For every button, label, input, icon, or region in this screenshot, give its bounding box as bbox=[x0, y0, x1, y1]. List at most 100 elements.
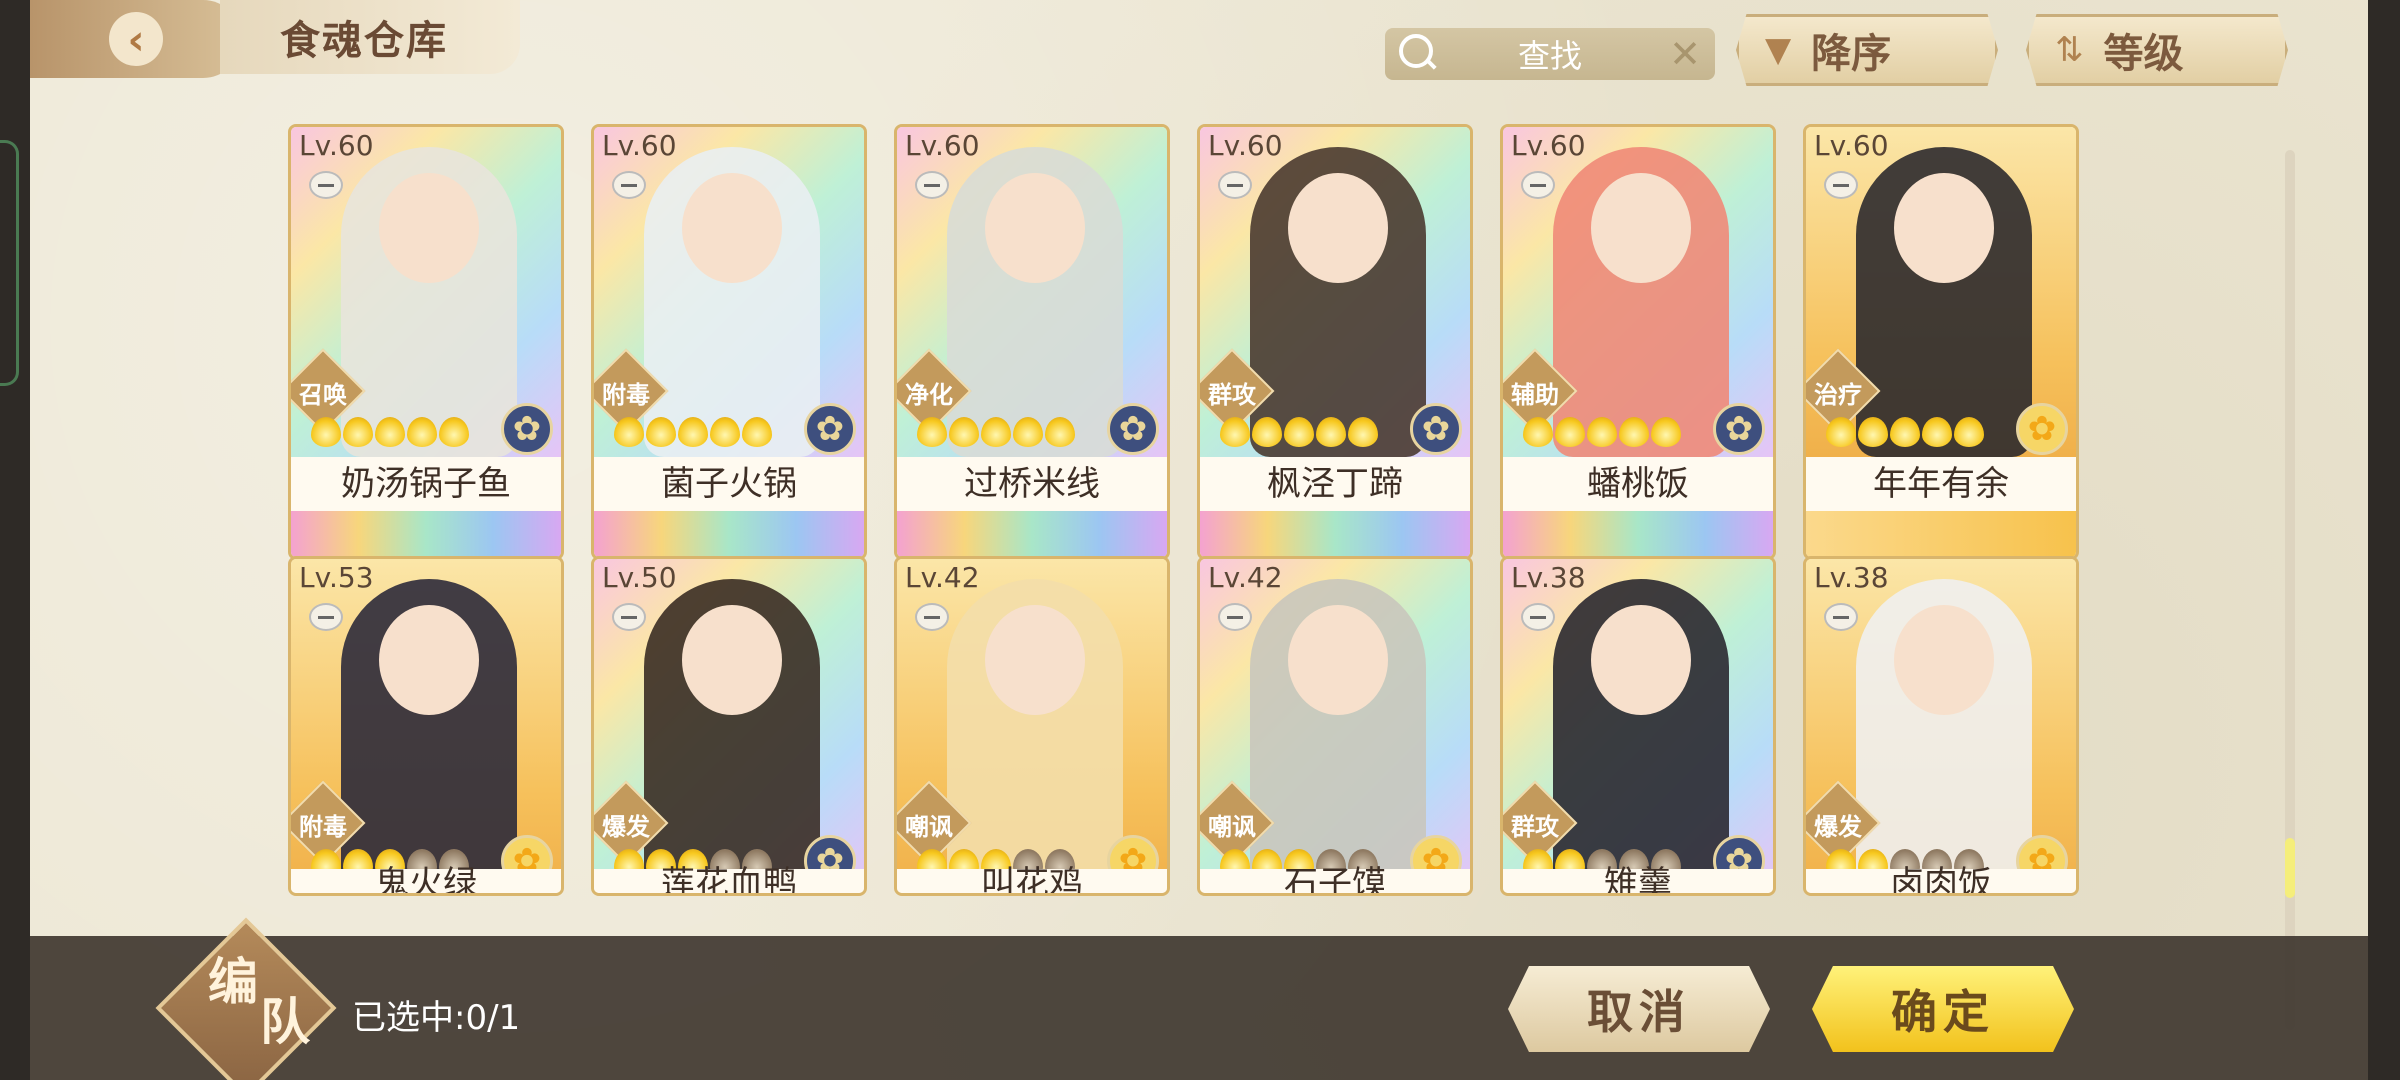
star-rating bbox=[1523, 417, 1681, 447]
element-blue-flower-icon: ✿ bbox=[804, 403, 856, 455]
card-frame-bottom bbox=[1200, 511, 1470, 557]
character-card[interactable]: Lv.53 附毒 ✿ 鬼火绿 bbox=[288, 556, 564, 896]
star-filled-icon bbox=[742, 417, 772, 447]
role-badge-label: 附毒 bbox=[299, 813, 347, 841]
sort-order-button[interactable]: ▼ 降序 bbox=[1736, 14, 1998, 86]
star-filled-icon bbox=[710, 417, 740, 447]
lock-icon[interactable] bbox=[1521, 171, 1555, 199]
star-filled-icon bbox=[949, 417, 979, 447]
star-filled-icon bbox=[1252, 417, 1282, 447]
scrollbar-track[interactable] bbox=[2285, 150, 2295, 1030]
character-card[interactable]: Lv.60 辅助 ✿ 蟠桃饭 bbox=[1500, 124, 1776, 560]
character-card[interactable]: Lv.60 召唤 ✿ 奶汤锅子鱼 bbox=[288, 124, 564, 560]
card-level: Lv.42 bbox=[905, 561, 980, 594]
card-name: 叫花鸡 bbox=[897, 867, 1167, 893]
card-name: 枫泾丁蹄 bbox=[1200, 457, 1470, 511]
star-rating bbox=[614, 417, 772, 447]
element-blue-flower-icon: ✿ bbox=[1410, 403, 1462, 455]
character-card[interactable]: Lv.42 嘲讽 ✿ 石子馍 bbox=[1197, 556, 1473, 896]
character-face bbox=[379, 605, 479, 715]
character-face bbox=[1591, 173, 1691, 283]
confirm-button[interactable]: 确定 bbox=[1812, 966, 2074, 1052]
search-field[interactable]: 查找 ✕ bbox=[1385, 28, 1715, 80]
cancel-button[interactable]: 取消 bbox=[1508, 966, 1770, 1052]
card-name: 鬼火绿 bbox=[291, 867, 561, 893]
card-name: 菌子火锅 bbox=[594, 457, 864, 511]
character-card[interactable]: Lv.60 治疗 ✿ 年年有余 bbox=[1803, 124, 2079, 560]
back-button[interactable]: ‹ bbox=[30, 0, 242, 78]
star-rating bbox=[311, 417, 469, 447]
card-level: Lv.60 bbox=[905, 129, 980, 162]
lock-icon[interactable] bbox=[612, 603, 646, 631]
star-filled-icon bbox=[343, 417, 373, 447]
star-filled-icon bbox=[375, 417, 405, 447]
star-rating bbox=[917, 417, 1075, 447]
lock-icon[interactable] bbox=[309, 603, 343, 631]
star-filled-icon bbox=[1013, 417, 1043, 447]
star-filled-icon bbox=[1954, 417, 1984, 447]
selected-count: 已选中:0/1 bbox=[352, 998, 521, 1038]
card-frame-bottom bbox=[291, 511, 561, 557]
role-badge-label: 嘲讽 bbox=[1208, 813, 1256, 841]
star-filled-icon bbox=[1284, 417, 1314, 447]
lock-icon[interactable] bbox=[309, 171, 343, 199]
card-name: 石子馍 bbox=[1200, 867, 1470, 893]
lock-icon[interactable] bbox=[915, 171, 949, 199]
star-filled-icon bbox=[1045, 417, 1075, 447]
role-badge-label: 辅助 bbox=[1511, 381, 1559, 409]
star-filled-icon bbox=[311, 417, 341, 447]
card-level: Lv.38 bbox=[1511, 561, 1586, 594]
character-card[interactable]: Lv.60 净化 ✿ 过桥米线 bbox=[894, 124, 1170, 560]
sort-by-label: 等级 bbox=[2103, 31, 2184, 77]
character-face bbox=[985, 605, 1085, 715]
star-filled-icon bbox=[1858, 417, 1888, 447]
lock-icon[interactable] bbox=[915, 603, 949, 631]
character-face bbox=[1894, 605, 1994, 715]
role-badge-label: 爆发 bbox=[1814, 813, 1862, 841]
clear-search-icon[interactable]: ✕ bbox=[1669, 32, 1701, 76]
team-badge-char-2: 队 bbox=[260, 992, 310, 1051]
card-name: 雉羹 bbox=[1503, 867, 1773, 893]
element-blue-flower-icon: ✿ bbox=[1107, 403, 1159, 455]
role-badge-label: 治疗 bbox=[1814, 381, 1862, 409]
character-card[interactable]: Lv.50 爆发 ✿ 莲花血鸭 bbox=[591, 556, 867, 896]
character-card[interactable]: Lv.38 群攻 ✿ 雉羹 bbox=[1500, 556, 1776, 896]
lock-icon[interactable] bbox=[1824, 171, 1858, 199]
role-badge-label: 附毒 bbox=[602, 381, 650, 409]
star-filled-icon bbox=[1348, 417, 1378, 447]
device-bezel-left bbox=[0, 0, 30, 1080]
character-card[interactable]: Lv.60 附毒 ✿ 菌子火锅 bbox=[591, 124, 867, 560]
lock-icon[interactable] bbox=[612, 171, 646, 199]
scrollbar-thumb[interactable] bbox=[2285, 838, 2295, 898]
star-filled-icon bbox=[1890, 417, 1920, 447]
sort-by-button[interactable]: ⇅ 等级 bbox=[2026, 14, 2288, 86]
lock-icon[interactable] bbox=[1218, 171, 1252, 199]
star-filled-icon bbox=[1555, 417, 1585, 447]
star-filled-icon bbox=[981, 417, 1011, 447]
star-filled-icon bbox=[1826, 417, 1856, 447]
lock-icon[interactable] bbox=[1824, 603, 1858, 631]
star-filled-icon bbox=[614, 417, 644, 447]
character-card[interactable]: Lv.60 群攻 ✿ 枫泾丁蹄 bbox=[1197, 124, 1473, 560]
card-level: Lv.60 bbox=[1511, 129, 1586, 162]
star-rating bbox=[1220, 417, 1378, 447]
star-filled-icon bbox=[439, 417, 469, 447]
lock-icon[interactable] bbox=[1218, 603, 1252, 631]
side-handle[interactable] bbox=[0, 140, 19, 386]
card-level: Lv.60 bbox=[1208, 129, 1283, 162]
star-filled-icon bbox=[917, 417, 947, 447]
star-filled-icon bbox=[1220, 417, 1250, 447]
role-badge-label: 嘲讽 bbox=[905, 813, 953, 841]
role-badge-label: 召唤 bbox=[299, 381, 347, 409]
star-filled-icon bbox=[407, 417, 437, 447]
character-face bbox=[1288, 605, 1388, 715]
lock-icon[interactable] bbox=[1521, 603, 1555, 631]
character-face bbox=[1288, 173, 1388, 283]
character-card[interactable]: Lv.42 嘲讽 ✿ 叫花鸡 bbox=[894, 556, 1170, 896]
header-bar: ‹ 食魂仓库 查找 ✕ ▼ 降序 ⇅ 等级 bbox=[30, 0, 2368, 86]
team-badge[interactable]: 编 队 bbox=[155, 917, 337, 1080]
role-badge-label: 群攻 bbox=[1208, 381, 1256, 409]
character-card[interactable]: Lv.38 爆发 ✿ 卤肉饭 bbox=[1803, 556, 2079, 896]
card-frame-bottom bbox=[897, 511, 1167, 557]
role-badge-label: 爆发 bbox=[602, 813, 650, 841]
